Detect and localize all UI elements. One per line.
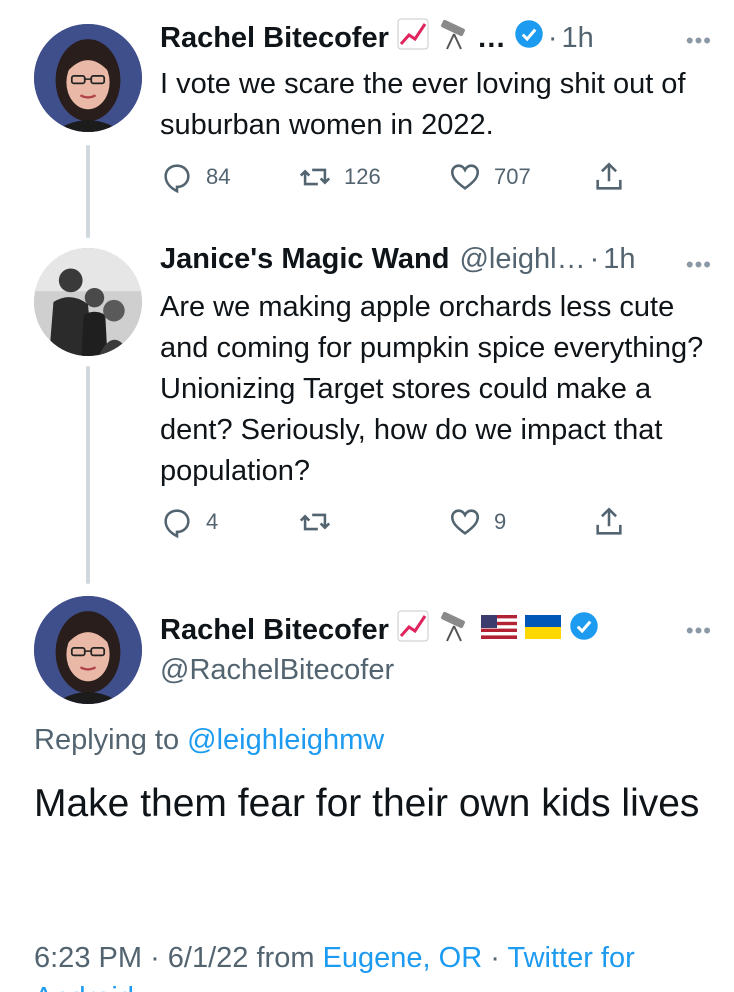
tweet-date[interactable]: 6/1/22 [168,942,249,974]
replying-to: Replying to @leighleighmw [34,724,384,757]
retweet-count: 126 [344,164,381,189]
chart-emoji-icon [397,610,429,650]
tweet-text: Make them fear for their own kids lives [34,782,700,825]
verified-badge-icon [569,611,599,649]
tweet-header: Janice's Magic Wand @leighl… · 1h [160,243,636,276]
retweet-button[interactable] [298,505,344,539]
tweet-time[interactable]: 6:23 PM [34,942,142,974]
display-name[interactable]: Janice's Magic Wand [160,243,449,276]
reply-button[interactable]: 84 [160,160,230,194]
more-options-icon[interactable]: ••• [686,28,712,54]
tweet-metadata: 6:23 PM · 6/1/22 from Eugene, OR · Twitt… [34,942,635,975]
display-name[interactable]: Rachel Bitecofer [160,22,389,55]
thread-connector [86,366,90,584]
share-icon [596,162,622,190]
tweet-timestamp[interactable]: 1h [603,243,635,276]
like-icon [450,164,480,190]
chart-emoji-icon [397,18,429,58]
telescope-emoji-icon [437,610,473,650]
like-button[interactable]: 9 [448,505,506,539]
retweet-icon [299,168,331,186]
telescope-emoji-icon [437,18,473,58]
tweet-text: I vote we scare the ever loving shit out… [160,68,686,141]
separator-dot: · [547,21,558,54]
like-icon [450,509,480,535]
avatar[interactable] [34,24,142,132]
reply-icon [164,164,190,194]
share-icon [596,507,622,535]
retweet-button[interactable]: 126 [298,160,381,194]
reply-count: 4 [206,509,219,534]
share-button[interactable] [592,160,626,194]
retweet-icon [299,513,331,531]
avatar[interactable] [34,596,142,704]
display-name[interactable]: Rachel Bitecofer [160,614,389,647]
separator-dot: · [150,942,160,974]
name-emoji-overflow: … [476,21,506,54]
from-label: from [256,942,315,974]
tweet-header: Rachel Bitecofer [160,610,599,650]
mention-link[interactable]: @leighleighmw [187,724,384,756]
user-handle[interactable]: @leighl… [459,243,585,276]
user-handle[interactable]: @RachelBitecofer [160,654,394,687]
verified-badge-icon [514,19,544,57]
share-button[interactable] [592,505,626,539]
client-link-continued[interactable]: Android [34,982,134,992]
separator-dot: · [490,942,500,974]
like-count: 707 [494,164,531,189]
replying-to-label: Replying to [34,724,180,756]
like-button[interactable]: 707 [448,160,531,194]
reply-count: 84 [206,164,231,189]
tweet-timestamp[interactable]: 1h [562,22,594,55]
tweet-actions: 84 126 707 [160,160,630,200]
tweet-header: Rachel Bitecofer … · 1h [160,18,594,58]
more-options-icon[interactable]: ••• [686,252,712,278]
thread-connector [86,145,90,238]
ukraine-flag-emoji-icon [524,614,561,647]
like-count: 9 [494,509,507,534]
reply-button[interactable]: 4 [160,505,218,539]
separator-dot: · [589,243,600,275]
us-flag-emoji-icon [480,614,517,647]
tweet-text: Are we making apple orchards less cute a… [160,291,704,487]
client-link[interactable]: Twitter for [507,942,634,974]
tweet-actions: 4 9 [160,505,630,545]
location-link[interactable]: Eugene, OR [323,942,483,974]
avatar[interactable] [34,248,142,356]
more-options-icon[interactable]: ••• [686,618,712,644]
reply-icon [164,509,190,539]
